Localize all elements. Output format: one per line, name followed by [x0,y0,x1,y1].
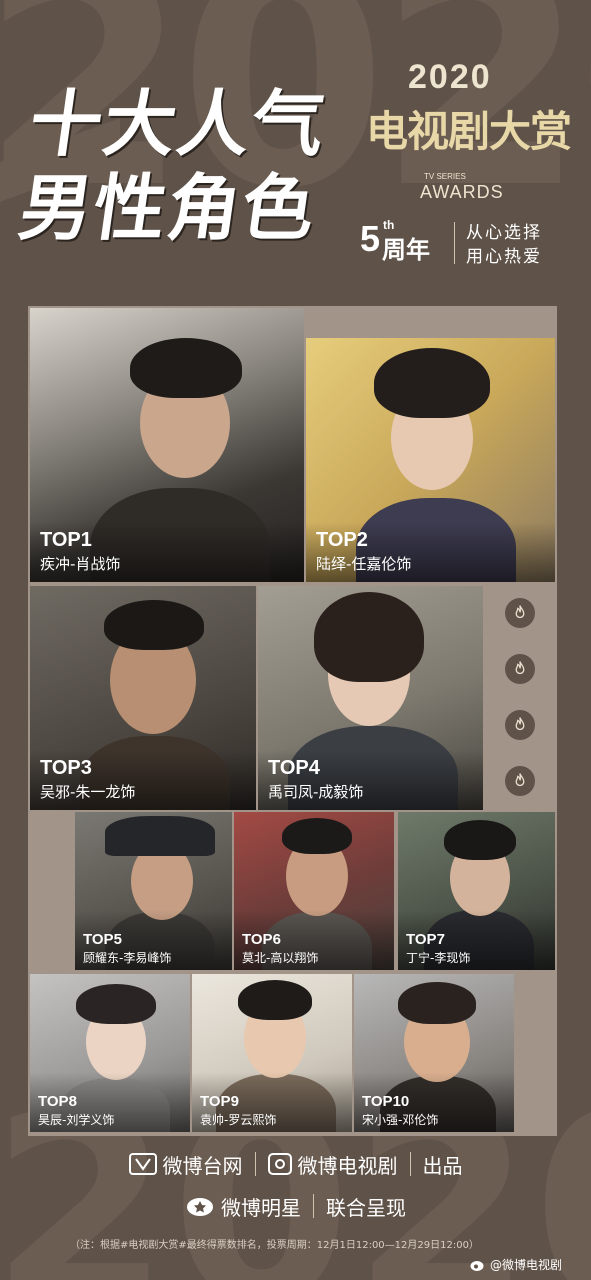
fire-icon [505,654,535,684]
ranking-card-8[interactable]: TOP8 昊辰-刘学义饰 [30,974,190,1132]
rank-label: TOP2 [316,529,368,551]
weibo-tv-drama-logo[interactable]: 微博电视剧 [267,1150,398,1179]
anniversary-word: 周年 [382,236,430,264]
figure-hair [314,592,424,682]
weibo-star-icon [187,1198,213,1216]
role-label: 顾耀东-李易峰饰 [83,951,172,965]
role-label: 丁宁-李现饰 [406,951,471,965]
figure-hair [398,982,476,1024]
ranking-card-1[interactable]: TOP1 疾冲-肖战饰 [30,308,304,582]
voting-note: （注：根据#电视剧大赏#最终得票数排名，投票周期：12月1日12:00—12月2… [70,1240,479,1251]
figure-hair [444,820,516,860]
rank-label: TOP8 [38,1093,77,1110]
rank-label: TOP6 [242,931,281,948]
poster: 2020 2020 十大人气 男性角色 2020 电视剧大赏 TV SERIES… [0,0,591,1280]
figure-cap [105,816,215,856]
produced-label: 出品 [422,1153,463,1178]
header-divider [454,222,455,264]
logo3-text: 微博明星 [221,1195,301,1220]
award-year: 2020 [408,58,492,96]
award-name: 电视剧大赏 [366,107,572,156]
role-label: 吴邪-朱一龙饰 [40,783,136,801]
rank-label: TOP1 [40,529,92,551]
co-presenters-row: 微博明星 联合呈现 [0,1190,591,1222]
footer-divider [313,1194,314,1218]
weibo-star-logo[interactable]: 微博明星 [185,1192,301,1221]
watermark: @微博电视剧 [470,1256,562,1273]
anniversary-number: 5 [360,218,381,259]
tv-series-label: TV SERIES [424,172,466,181]
watermark-text: @微博电视剧 [490,1258,563,1272]
figure-hair [374,348,490,418]
ranking-card-4[interactable]: TOP4 禹司凤-成毅饰 [258,586,483,810]
rank-label: TOP7 [406,931,445,948]
headline-line-2: 男性角色 [14,165,323,250]
weibo-tv-drama-icon [267,1153,292,1175]
producers-row: 微博台网 微博电视剧 出品 [0,1148,591,1180]
figure-hair [282,818,352,854]
fire-icon [505,598,535,628]
ranking-card-5[interactable]: TOP5 顾耀东-李易峰饰 [75,812,232,970]
figure-hair [238,980,312,1020]
role-label: 陆绎-任嘉伦饰 [316,555,412,573]
figure-hair [104,600,204,650]
role-label: 昊辰-刘学义饰 [38,1113,115,1127]
role-label: 禹司凤-成毅饰 [268,783,364,801]
fire-icon [505,710,535,740]
rank-label: TOP9 [200,1093,239,1110]
logo2-text: 微博电视剧 [297,1153,398,1178]
role-label: 袁帅-罗云熙饰 [200,1113,277,1127]
joint-label: 联合呈现 [326,1195,406,1220]
ranking-card-7[interactable]: TOP7 丁宁-李现饰 [398,812,555,970]
role-label: 疾冲-肖战饰 [40,555,121,573]
role-label: 宋小强-邓伦饰 [362,1113,439,1127]
rank-label: TOP5 [83,931,122,948]
footer-divider [409,1152,411,1176]
slogan-line-2: 用心热爱 [466,247,542,267]
ranking-card-9[interactable]: TOP9 袁帅-罗云熙饰 [192,974,352,1132]
ranking-card-3[interactable]: TOP3 吴邪-朱一龙饰 [30,586,256,810]
rank-label: TOP10 [362,1093,410,1110]
ranking-card-6[interactable]: TOP6 莫北-高以翔饰 [234,812,394,970]
weibo-tv-network-icon [128,1153,157,1175]
rank-label: TOP3 [40,757,92,779]
figure-hair [130,338,242,398]
slogan-line-1: 从心选择 [466,223,542,243]
weibo-tv-network-logo[interactable]: 微博台网 [128,1150,243,1179]
role-label: 莫北-高以翔饰 [242,951,319,965]
figure-hair [76,984,156,1024]
rank-label: TOP4 [268,757,320,779]
ranking-card-2[interactable]: TOP2 陆绎-任嘉伦饰 [306,338,555,582]
logo1-text: 微博台网 [162,1153,243,1178]
headline-line-1: 十大人气 [24,81,333,166]
ranking-card-10[interactable]: TOP10 宋小强-邓伦饰 [354,974,514,1132]
weibo-icon [470,1260,484,1271]
fire-icon [505,766,535,796]
footer-divider [254,1152,256,1176]
awards-label: AWARDS [420,182,504,202]
